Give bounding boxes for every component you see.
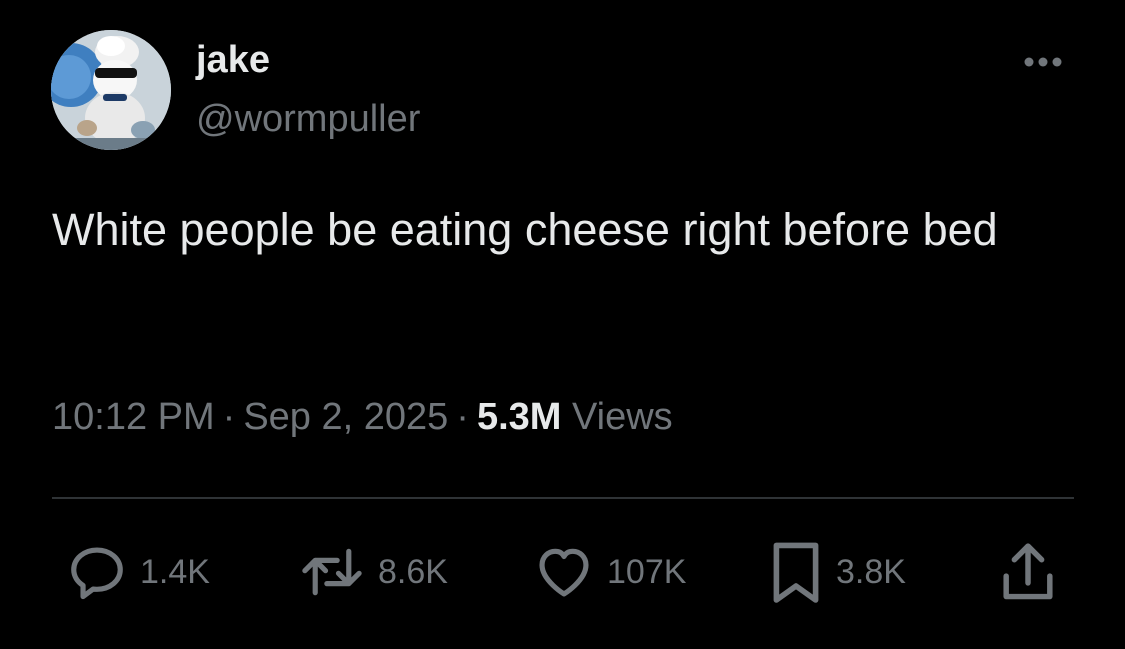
avatar-image [51, 30, 171, 150]
more-icon [1024, 57, 1062, 67]
like-count: 107K [607, 552, 687, 591]
repost-button[interactable]: 8.6K [298, 536, 448, 608]
action-bar: 1.4K 8.6K 107K 3.8K [0, 536, 1125, 608]
bookmark-button[interactable]: 3.8K [768, 536, 906, 608]
meta-separator: · [456, 396, 469, 438]
avatar[interactable] [51, 30, 171, 150]
divider [52, 497, 1074, 499]
bookmark-icon [773, 542, 819, 603]
user-handle[interactable]: @wormpuller [196, 96, 420, 142]
reply-icon [71, 547, 123, 600]
tweet-meta: 10:12 PM · Sep 2, 2025 · 5.3M Views [52, 389, 673, 445]
meta-separator: · [222, 396, 236, 438]
tweet-time[interactable]: 10:12 PM [52, 396, 215, 438]
heart-icon [539, 548, 589, 597]
tweet-text: White people be eating cheese right befo… [52, 204, 998, 255]
share-icon [1003, 543, 1053, 600]
tweet-date[interactable]: Sep 2, 2025 [243, 396, 448, 438]
repost-icon [302, 548, 362, 596]
share-button[interactable] [998, 536, 1058, 608]
display-name[interactable]: jake [196, 38, 270, 82]
reply-button[interactable]: 1.4K [66, 536, 210, 608]
more-options-button[interactable] [1012, 44, 1074, 80]
repost-count: 8.6K [378, 552, 448, 591]
views-count[interactable]: 5.3M [477, 396, 561, 438]
reply-count: 1.4K [140, 552, 210, 591]
like-button[interactable]: 107K [533, 536, 686, 608]
views-label: Views [571, 396, 673, 438]
bookmark-count: 3.8K [836, 552, 906, 591]
